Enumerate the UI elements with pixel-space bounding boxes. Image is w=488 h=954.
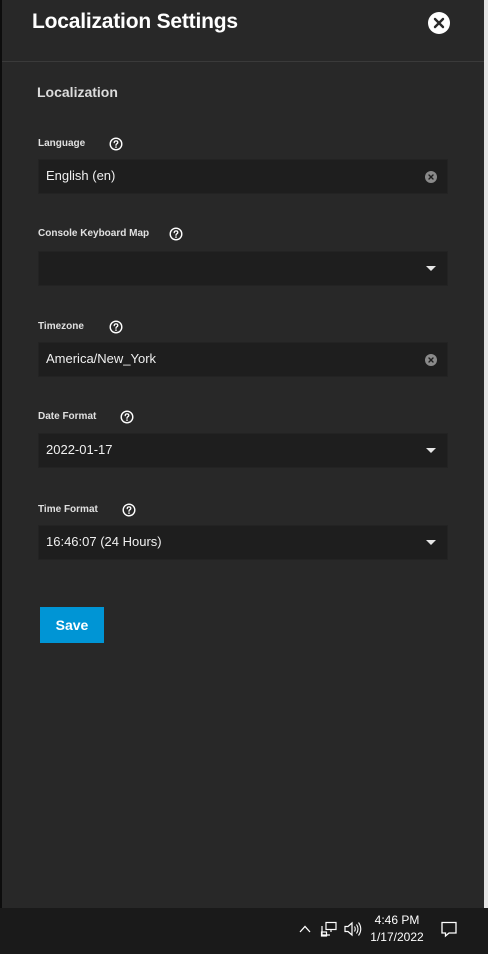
timezone-clear-icon[interactable] [425, 354, 437, 366]
language-clear-icon[interactable] [425, 171, 437, 183]
taskbar: 4:46 PM 1/17/2022 [0, 908, 488, 954]
date-format-label: Date Format [38, 411, 97, 422]
time-format-select[interactable]: 16:46:07 (24 Hours) [38, 525, 448, 560]
time-format-label: Time Format [38, 504, 98, 515]
chevron-down-icon [426, 448, 436, 453]
save-button[interactable]: Save [40, 607, 104, 643]
language-label: Language [38, 138, 86, 149]
timezone-value: America/New_York [46, 351, 157, 366]
time-format-help-icon[interactable] [122, 503, 136, 517]
close-button[interactable] [428, 12, 450, 34]
volume-icon[interactable] [343, 920, 363, 938]
close-icon [433, 17, 445, 29]
chevron-up-icon[interactable] [298, 922, 312, 936]
time-format-value: 16:46:07 (24 Hours) [46, 534, 162, 549]
console-keyboard-map-help-icon[interactable] [169, 227, 183, 241]
section-title: Localization [37, 84, 118, 100]
timezone-help-icon[interactable] [109, 320, 123, 334]
date-format-select[interactable]: 2022-01-17 [38, 433, 448, 468]
language-value: English (en) [46, 168, 116, 183]
date-format-value: 2022-01-17 [46, 442, 113, 457]
taskbar-clock[interactable]: 4:46 PM 1/17/2022 [368, 912, 426, 946]
timezone-label: Timezone [38, 321, 84, 332]
clock-date: 1/17/2022 [370, 930, 424, 944]
localization-settings-panel: Localization Settings Localization Langu… [2, 0, 484, 908]
window-border [484, 0, 488, 908]
date-format-help-icon[interactable] [120, 410, 134, 424]
network-icon[interactable] [320, 920, 338, 938]
language-help-icon[interactable] [109, 137, 123, 151]
screen: Localization Settings Localization Langu… [0, 0, 488, 954]
console-keyboard-map-label: Console Keyboard Map [38, 228, 150, 239]
timezone-input[interactable]: America/New_York [38, 342, 448, 377]
panel-header: Localization Settings [2, 0, 484, 62]
clock-time: 4:46 PM [374, 913, 420, 927]
console-keyboard-map-select[interactable] [38, 251, 448, 286]
panel-title: Localization Settings [32, 10, 238, 33]
notification-icon[interactable] [440, 920, 458, 938]
chevron-down-icon [426, 266, 436, 271]
chevron-down-icon [426, 540, 436, 545]
language-input[interactable]: English (en) [38, 159, 448, 194]
